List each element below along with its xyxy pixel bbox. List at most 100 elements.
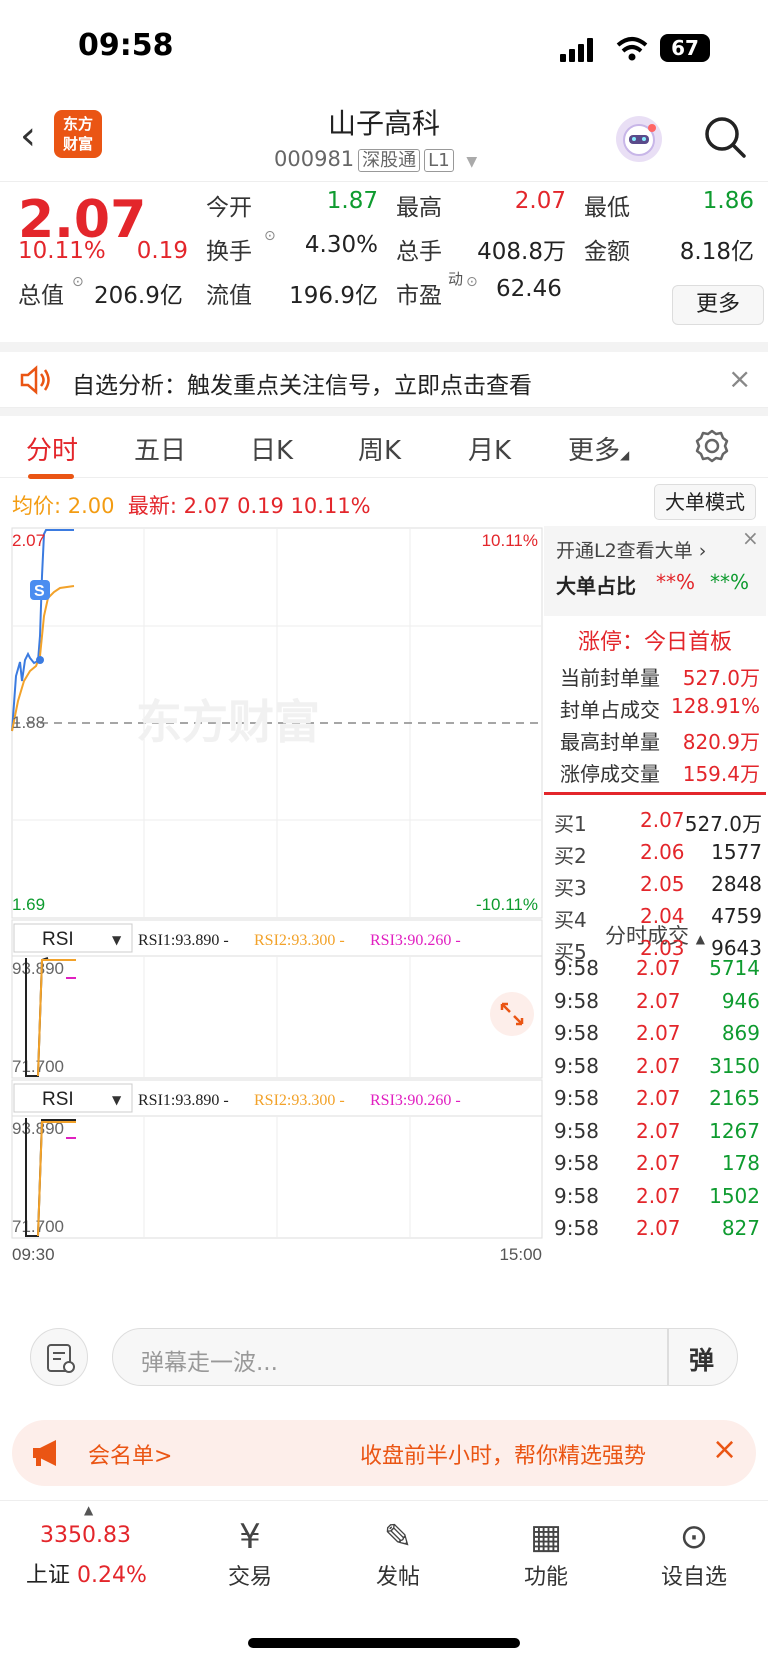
pe-dynamic-sup: 动	[448, 270, 464, 288]
limit-stat-key: 当前封单量	[560, 666, 660, 690]
sort-up-icon: ▲	[695, 932, 705, 946]
info-dots-icon[interactable]: ⊙	[264, 228, 276, 244]
nav-add-watch[interactable]: ⊙ 设自选	[644, 1515, 744, 1591]
tick-volume: 2165	[709, 1086, 760, 1110]
last-change: 0.19	[237, 494, 284, 518]
bid-volume: 2848	[711, 872, 762, 896]
turnover-value: 4.30%	[304, 232, 378, 258]
float-cap-value: 196.9亿	[289, 283, 378, 309]
pe-value: 62.46	[496, 276, 562, 302]
nav-trade[interactable]: ¥ 交易	[200, 1515, 300, 1591]
tick-volume: 178	[721, 1151, 760, 1175]
tick-time: 9:58	[554, 956, 599, 980]
signal-icon	[560, 38, 600, 62]
search-icon[interactable]	[702, 114, 748, 160]
bid-level: 买1	[554, 812, 587, 836]
limit-stat-value: 159.4万	[682, 762, 760, 786]
tick-price: 2.07	[636, 1151, 681, 1175]
robot-avatar-icon[interactable]	[616, 116, 662, 162]
tick-volume: 946	[721, 988, 760, 1013]
l2-link[interactable]: 开通L2查看大单 ›	[556, 536, 706, 563]
corner-arrow-icon: ◢	[620, 448, 630, 462]
bid-level: 买2	[554, 844, 587, 868]
divider	[544, 792, 766, 795]
megaphone-icon	[33, 1440, 56, 1466]
open-value: 1.87	[326, 188, 378, 214]
s-marker-text: S	[34, 583, 45, 600]
axis-top-pct: 10.11%	[482, 531, 538, 550]
tick-volume: 5714	[709, 956, 760, 980]
home-indicator	[248, 1638, 520, 1648]
bid-price: 2.04	[640, 904, 685, 928]
more-dots-icon: ⊙	[72, 274, 84, 290]
rsi1-label-2: RSI1:93.890 -	[138, 1092, 229, 1109]
promo-banner[interactable]: 会名单> 收盘前半小时，帮你精选强势 ×	[12, 1420, 756, 1486]
axis-top-price: 2.07	[12, 531, 45, 550]
tab-five-day[interactable]: 五日	[134, 430, 186, 467]
tick-volume: 3150	[709, 1053, 760, 1078]
tick-price: 2.07	[636, 988, 681, 1013]
change-amount: 0.19	[136, 238, 188, 264]
wifi-icon	[616, 37, 648, 61]
l2-box[interactable]: 开通L2查看大单 › × 大单占比 **% **%	[544, 526, 766, 616]
chart-tabs: 分时 五日 日K 周K 月K 更多◢	[0, 408, 768, 479]
danmaku-toggle-icon[interactable]: 弹	[689, 1341, 714, 1377]
axis-bot-price: 1.69	[12, 895, 45, 914]
limit-stat-key: 最高封单量	[560, 730, 660, 754]
tab-weekly[interactable]: 周K	[358, 430, 401, 467]
price-dot	[36, 656, 44, 664]
nav-trade-label: 交易	[227, 1565, 272, 1590]
expand-icon	[490, 992, 534, 1036]
tab-more-label: 更多	[568, 436, 621, 466]
limit-stat-key: 封单占成交	[560, 698, 660, 722]
nav-post[interactable]: ✎ 发帖	[348, 1515, 448, 1591]
open-label: 今开	[206, 195, 252, 221]
tab-daily[interactable]: 日K	[250, 430, 293, 467]
pe-dots-icon[interactable]: ⊙	[466, 274, 478, 290]
tab-monthly[interactable]: 月K	[468, 430, 511, 467]
rsi-selector-2-label: RSI	[42, 1089, 74, 1110]
nav-functions[interactable]: ▦ 功能	[496, 1515, 596, 1591]
l2-close-icon[interactable]: ×	[742, 526, 759, 550]
rsi-selector-1-label: RSI	[42, 929, 74, 950]
mcap-label: 总值	[18, 283, 64, 309]
more-button[interactable]: 更多	[672, 285, 764, 325]
dropdown-arrow-icon-2: ▼	[112, 1093, 122, 1107]
tab-intraday[interactable]: 分时	[26, 430, 78, 467]
index-row[interactable]: 上证 0.24%	[26, 1557, 147, 1589]
index-pct: 0.24%	[77, 1563, 147, 1588]
stock-code: 000981	[274, 147, 355, 171]
volume-value: 408.8万	[477, 239, 566, 265]
danmaku-placeholder: 弹幕走一波...	[141, 1350, 278, 1376]
tick-time: 9:58	[554, 988, 599, 1013]
tick-volume: 1267	[709, 1118, 760, 1143]
limit-stat-key: 涨停成交量	[560, 762, 660, 786]
active-tab-underline	[28, 474, 74, 479]
rsi1-axis-high: 93.890	[12, 959, 64, 978]
stock-code-row[interactable]: 000981 深股通 L1 ▼	[274, 146, 477, 172]
close-icon[interactable]: ×	[728, 362, 751, 395]
tick-time: 9:58	[554, 1053, 599, 1078]
limit-stat-value: 527.0万	[682, 666, 760, 690]
tick-price: 2.07	[636, 1216, 681, 1240]
tick-time: 9:58	[554, 1216, 599, 1240]
big-order-mode-button[interactable]: 大单模式	[654, 484, 756, 520]
last-label: 最新:	[127, 494, 177, 518]
index-value[interactable]: 3350.83	[40, 1523, 131, 1548]
input-divider	[667, 1329, 669, 1385]
banner-close-icon[interactable]: ×	[712, 1432, 737, 1467]
level-tag: L1	[424, 149, 454, 172]
notice-bar[interactable]: 自选分析：触发重点关注信号，立即点击查看 ×	[0, 342, 768, 408]
danmaku-input[interactable]: 弹幕走一波... 弹	[112, 1328, 738, 1386]
mcap-value: 206.9亿	[94, 283, 183, 309]
tab-more[interactable]: 更多◢	[568, 430, 629, 467]
time-axis-start: 09:30	[12, 1245, 55, 1264]
tick-time: 9:58	[554, 1118, 599, 1143]
order-book-panel: 开通L2查看大单 › × 大单占比 **% **% 涨停：今日首板 分时成交 ▲…	[544, 526, 768, 1310]
tick-price: 2.07	[636, 1118, 681, 1143]
settings-gear-icon[interactable]	[694, 428, 730, 464]
speaker-icon	[20, 365, 50, 395]
big-order-ratio-2: **%	[710, 570, 750, 594]
comment-list-icon[interactable]	[30, 1328, 88, 1386]
big-order-ratio-1: **%	[656, 570, 696, 594]
